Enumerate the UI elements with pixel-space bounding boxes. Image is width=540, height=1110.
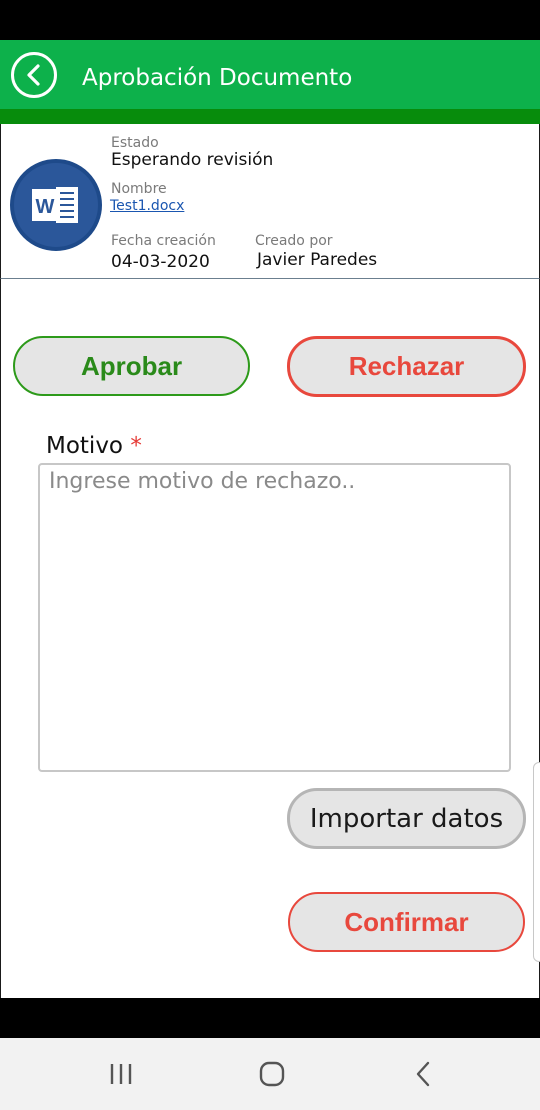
motivo-label-text: Motivo: [46, 433, 124, 459]
page-title: Aprobación Documento: [82, 65, 353, 91]
back-button[interactable]: [11, 52, 57, 98]
creado-value: Javier Paredes: [257, 250, 378, 270]
document-name-link[interactable]: Test1.docx: [110, 197, 184, 215]
svg-text:W: W: [36, 196, 55, 218]
fecha-value: 04-03-2020: [111, 252, 210, 272]
recent-apps-button[interactable]: [91, 1050, 151, 1098]
estado-value: Esperando revisión: [111, 150, 274, 170]
home-button[interactable]: [242, 1050, 302, 1098]
home-icon: [259, 1061, 285, 1087]
reject-button[interactable]: Rechazar: [287, 336, 526, 397]
motivo-label: Motivo *: [46, 432, 142, 460]
confirm-button[interactable]: Confirmar: [288, 892, 525, 952]
motivo-textarea[interactable]: [38, 463, 511, 772]
word-document-icon: W: [10, 159, 102, 251]
edge-panel-handle[interactable]: [533, 762, 540, 962]
back-nav-button[interactable]: [393, 1050, 453, 1098]
back-chevron-circle-icon: [27, 64, 40, 86]
approve-button[interactable]: Aprobar: [13, 336, 250, 396]
creado-label: Creado por: [255, 233, 333, 249]
bottom-spacer: [0, 998, 540, 1038]
required-mark: *: [130, 433, 142, 459]
import-data-button[interactable]: Importar datos: [287, 788, 526, 849]
back-icon: [416, 1061, 430, 1087]
nombre-label: Nombre: [111, 181, 167, 197]
header-strip: [0, 109, 540, 124]
fecha-label: Fecha creación: [111, 233, 216, 249]
recent-apps-icon: [110, 1064, 132, 1084]
status-bar: [0, 0, 540, 40]
